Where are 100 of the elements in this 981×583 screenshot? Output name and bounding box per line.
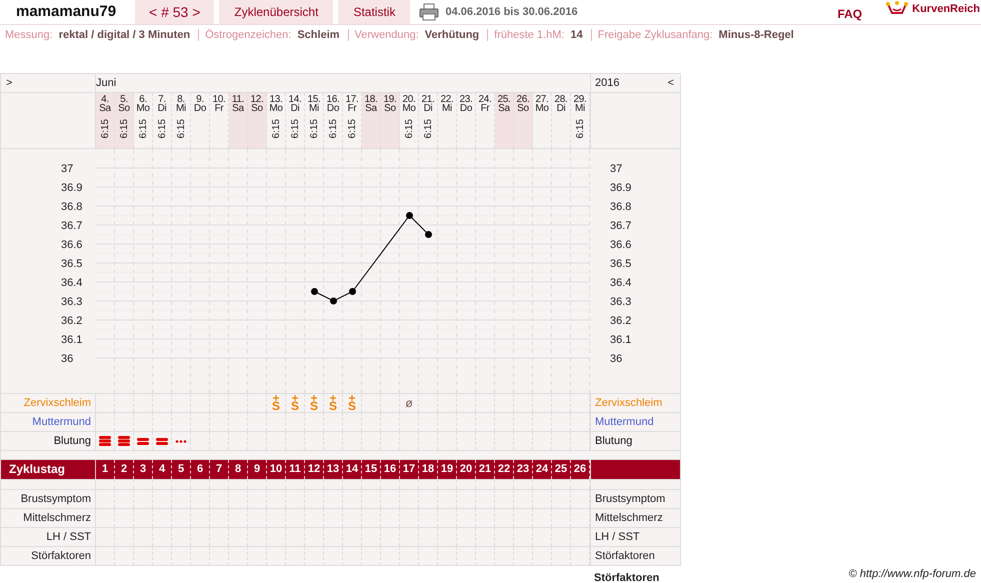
measure-time: 6:15 [404, 119, 414, 138]
nav-link[interactable]: Zyklenübersicht [219, 0, 334, 24]
axis-label: 36.9 [610, 182, 632, 194]
day-date: 29. [573, 95, 586, 104]
row-label: LH / SST [590, 528, 679, 546]
day-date: 7. [158, 95, 166, 104]
cycle-day-number: 26 [571, 460, 590, 479]
axis-label: 36 [61, 353, 74, 365]
cycle-day-number: 9 [248, 460, 267, 479]
cycle-day-number: 6 [191, 460, 210, 479]
day-date: 25. [497, 95, 510, 104]
axis-label: 36.3 [61, 296, 82, 308]
weekday: Mi [176, 104, 186, 113]
axis-label: 36.5 [610, 258, 632, 270]
axis-label: 36.1 [61, 334, 82, 346]
axis-label: 36.5 [61, 258, 82, 270]
cervix-symbol: S [310, 400, 318, 412]
day-date: 23. [459, 95, 472, 104]
day-date: 22. [440, 95, 454, 104]
measure-time: 6:15 [138, 119, 148, 138]
row-label: Blutung [1, 432, 96, 450]
cycle-day-number: 18 [419, 460, 438, 479]
info-value: Verhütung [424, 29, 480, 41]
axis-label: 36.8 [610, 201, 632, 213]
cycle-day-number: 22 [495, 460, 514, 479]
cycle-day-number: 12 [305, 460, 324, 479]
cycle-nav-link[interactable]: < # 53 > [135, 0, 214, 24]
day-date: 12. [250, 95, 264, 104]
measure-time: 6:15 [270, 119, 282, 138]
day-date: 16. [326, 95, 340, 104]
row-label: Brustsymptom [590, 490, 679, 508]
info-value: rektal / digital / 3 Minuten [58, 29, 190, 41]
measure-time: 6:15 [290, 119, 300, 138]
day-date: 9. [196, 95, 204, 104]
axis-label: 36.9 [61, 182, 82, 194]
day-date: 8. [177, 95, 185, 104]
measure-time: 6:15 [422, 119, 434, 138]
day-date: 11. [232, 95, 244, 104]
weekday: Di [290, 104, 300, 113]
axis-label: 36.6 [610, 239, 632, 251]
row-label: Mittelschmerz [590, 509, 679, 527]
temperature-point [311, 288, 318, 295]
info-label: Freigabe Zyklusanfang: [590, 29, 713, 41]
row-label: Muttermund [590, 413, 679, 431]
axis-label: 36.2 [61, 315, 82, 327]
weekday: So [517, 104, 529, 113]
row-label: LH / SST [1, 528, 96, 546]
logo-text: KurvenReich [912, 3, 980, 15]
weekday: Sa [232, 104, 244, 113]
axis-label: 37 [61, 163, 74, 175]
row-label: Muttermund [1, 413, 96, 431]
day-date: 21. [421, 95, 434, 104]
weekday: Fr [214, 104, 224, 113]
measure-time: 6:15 [100, 119, 110, 138]
cycle-day-number: 21 [476, 460, 495, 479]
weekday: Mi [575, 104, 585, 113]
axis-label: 36.3 [610, 296, 632, 308]
month-label: Juni [96, 77, 116, 89]
measure-time: 6:15 [118, 119, 130, 138]
measure-time: 6:15 [328, 119, 338, 138]
info-label: früheste 1.hM: [487, 29, 564, 41]
day-date: 26. [516, 95, 530, 104]
info-value: Schleim [297, 29, 340, 41]
year-label: 2016 [595, 76, 620, 91]
day-date: 20. [402, 95, 416, 104]
date-range: 04.06.2016 bis 30.06.2016 [445, 6, 578, 18]
row-label: Zervixschleim [1, 394, 96, 412]
cycle-day-number: 8 [229, 460, 248, 479]
axis-label: 36.4 [61, 277, 82, 289]
day-date: 4. [101, 95, 109, 104]
faq-link[interactable]: FAQ [837, 7, 862, 21]
weekday: Mo [136, 104, 150, 113]
nav-link[interactable]: Statistik [338, 0, 410, 24]
day-date: 18. [364, 95, 378, 104]
day-date: 24. [478, 95, 492, 104]
weekday: Di [424, 104, 432, 113]
info-label: Messung: [5, 29, 53, 41]
cycle-day-number: 15 [362, 460, 381, 479]
day-date: 17. [345, 95, 358, 104]
weekday: So [118, 104, 130, 113]
prev-link[interactable]: > [1, 77, 18, 89]
info-label: Östrogenzeichen: [198, 29, 292, 41]
weekday: So [384, 104, 396, 113]
cervix-symbol: S [328, 400, 337, 412]
weekday: Mi [442, 104, 452, 113]
axis-label: 36.7 [610, 220, 632, 232]
logo-icon [886, 1, 908, 17]
weekday: Mo [535, 104, 549, 113]
printer-icon[interactable] [419, 3, 440, 21]
day-date: 27. [535, 95, 548, 104]
weekday: So [251, 104, 263, 113]
cycle-day-number: 20 [457, 460, 476, 479]
cycle-day-number: 1 [96, 460, 115, 479]
cycle-day-number: 14 [343, 460, 362, 479]
row-label: Zervixschleim [590, 394, 679, 412]
cycle-day-number: 10 [267, 460, 286, 479]
weekday: Fr [348, 104, 356, 113]
row-label: Blutung [590, 432, 679, 450]
next-link[interactable]: < [662, 74, 679, 92]
cycle-day-number: 25 [552, 460, 571, 479]
